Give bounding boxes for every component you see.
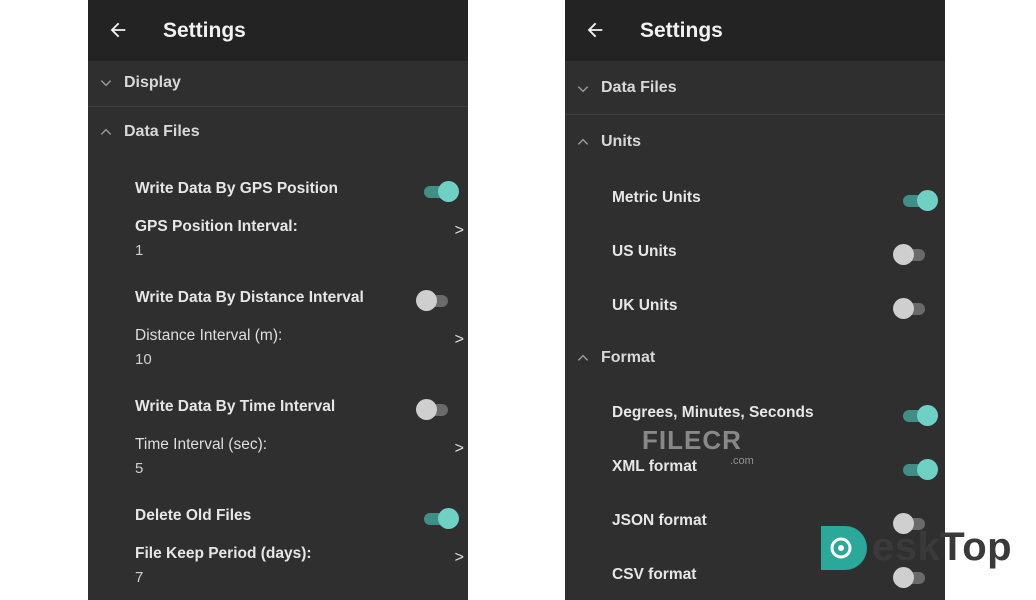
watermark-desktop-text: eskTop (872, 525, 1013, 569)
setting-write-by-time[interactable]: Write Data By Time Interval (88, 392, 468, 422)
arrow-left-icon (110, 22, 126, 38)
setting-value: 1 (135, 242, 144, 259)
toggle-switch[interactable] (422, 507, 459, 529)
setting-delete-old-files[interactable]: Delete Old Files (88, 501, 468, 531)
setting-label: File Keep Period (days): (135, 545, 312, 562)
setting-dms[interactable]: Degrees, Minutes, Seconds (565, 398, 945, 428)
chevron-up-icon (577, 138, 589, 145)
watermark-filecr: FILECR (642, 425, 742, 455)
setting-xml-format[interactable]: XML format (565, 452, 945, 482)
toggle-switch[interactable] (901, 458, 938, 480)
toggle-switch[interactable] (893, 297, 929, 319)
section-units[interactable]: Units (565, 122, 945, 162)
toggle-switch[interactable] (893, 243, 929, 265)
toggle-switch[interactable] (416, 398, 452, 420)
setting-label: Write Data By Distance Interval (135, 289, 364, 306)
setting-label: US Units (612, 243, 677, 260)
watermark-filecr-suffix: .com (730, 455, 754, 467)
section-label: Data Files (601, 79, 677, 96)
setting-metric-units[interactable]: Metric Units (565, 183, 945, 213)
setting-uk-units[interactable]: UK Units (565, 291, 945, 321)
setting-us-units[interactable]: US Units (565, 237, 945, 267)
desktop-logo-icon (821, 526, 867, 570)
setting-label: CSV format (612, 566, 697, 583)
settings-screen-left: Settings Display Data Files Write Data B… (88, 0, 468, 600)
setting-label: Degrees, Minutes, Seconds (612, 404, 814, 421)
setting-label: Write Data By GPS Position (135, 180, 338, 197)
chevron-up-icon (100, 128, 112, 135)
setting-label: Distance Interval (m): (135, 327, 283, 344)
toggle-switch[interactable] (422, 180, 459, 202)
back-button[interactable] (104, 16, 132, 44)
chevron-right-icon: > (454, 549, 464, 566)
chevron-right-icon: > (454, 440, 464, 457)
setting-label: Metric Units (612, 189, 701, 206)
setting-value: 5 (135, 460, 144, 477)
section-display[interactable]: Display (88, 60, 468, 107)
section-data-files[interactable]: Data Files (88, 112, 468, 152)
setting-value: 7 (135, 569, 144, 586)
setting-write-by-distance[interactable]: Write Data By Distance Interval (88, 283, 468, 313)
section-data-files[interactable]: Data Files (565, 62, 945, 115)
setting-label: Delete Old Files (135, 507, 252, 524)
settings-screen-right: Settings Data Files Units Metric Units U… (565, 0, 945, 600)
setting-value: 10 (135, 351, 152, 368)
setting-distance-interval[interactable]: Distance Interval (m): 10 > (88, 321, 468, 377)
chevron-down-icon (577, 86, 589, 93)
toggle-switch[interactable] (901, 189, 938, 211)
page-title: Settings (640, 19, 723, 42)
chevron-right-icon: > (454, 222, 464, 239)
chevron-down-icon (100, 80, 112, 87)
setting-label: JSON format (612, 512, 707, 529)
setting-label: GPS Position Interval: (135, 218, 298, 235)
setting-label: Time Interval (sec): (135, 436, 268, 453)
toggle-switch[interactable] (416, 289, 452, 311)
chevron-right-icon: > (454, 331, 464, 348)
section-label: Data Files (124, 123, 200, 140)
app-bar: Settings (565, 0, 945, 61)
setting-label: XML format (612, 458, 697, 475)
section-label: Units (601, 133, 641, 150)
setting-write-by-gps[interactable]: Write Data By GPS Position (88, 174, 468, 204)
arrow-left-icon (587, 22, 603, 38)
toggle-switch[interactable] (901, 404, 938, 426)
section-label: Display (124, 74, 181, 91)
setting-file-keep-period[interactable]: File Keep Period (days): 7 > (88, 539, 468, 595)
section-format[interactable]: Format (565, 338, 945, 378)
back-button[interactable] (581, 16, 609, 44)
app-bar: Settings (88, 0, 468, 61)
setting-label: Write Data By Time Interval (135, 398, 336, 415)
section-label: Format (601, 349, 656, 366)
setting-label: UK Units (612, 297, 678, 314)
chevron-up-icon (577, 354, 589, 361)
setting-gps-interval[interactable]: GPS Position Interval: 1 > (88, 212, 468, 268)
page-title: Settings (163, 19, 246, 42)
setting-time-interval[interactable]: Time Interval (sec): 5 > (88, 430, 468, 486)
